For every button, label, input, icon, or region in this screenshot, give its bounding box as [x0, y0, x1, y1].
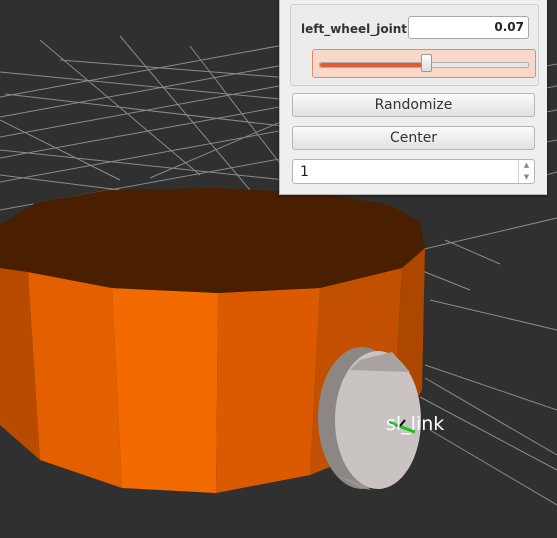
center-button[interactable]: Center [292, 126, 535, 150]
row-count-spinbox[interactable]: 1 ▲ ▼ [292, 159, 535, 184]
joint-slider-group: left_wheel_joint 0.07 [290, 4, 539, 86]
tf-frame-label: sl_link [386, 413, 445, 435]
randomize-button[interactable]: Randomize [292, 93, 535, 117]
joint-value-input[interactable]: 0.07 [408, 16, 529, 39]
joint-name-label: left_wheel_joint [301, 22, 407, 36]
slider-fill [320, 63, 427, 67]
chevron-up-icon[interactable]: ▲ [519, 160, 534, 171]
row-count-value: 1 [300, 164, 309, 180]
joint-state-publisher-panel: left_wheel_joint 0.07 Randomize Center 1… [279, 0, 547, 195]
joint-slider[interactable] [312, 49, 536, 78]
spin-buttons[interactable]: ▲ ▼ [518, 160, 534, 183]
slider-handle[interactable] [421, 54, 433, 72]
chevron-down-icon[interactable]: ▼ [519, 172, 534, 183]
